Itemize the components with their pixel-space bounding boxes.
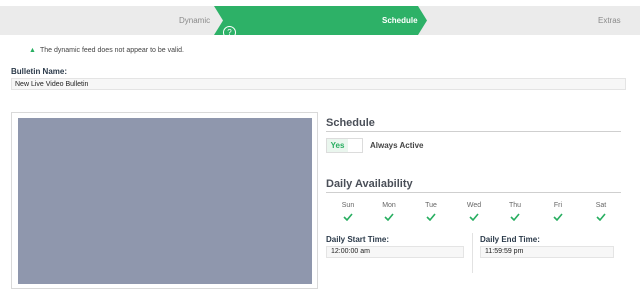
toggle-yes-label: Yes xyxy=(327,139,348,152)
day-wed[interactable]: Wed xyxy=(462,202,486,221)
day-name: Sat xyxy=(595,202,607,209)
always-active-label: Always Active xyxy=(370,141,424,150)
help-icon[interactable]: ? xyxy=(223,26,236,39)
step-schedule[interactable]: Schedule xyxy=(382,16,418,25)
checkmark-icon xyxy=(596,213,606,221)
day-name: Tue xyxy=(425,202,437,209)
time-divider xyxy=(472,233,473,273)
checkmark-icon xyxy=(343,213,353,221)
availability-divider xyxy=(326,192,621,193)
warning-text: The dynamic feed does not appear to be v… xyxy=(39,47,184,54)
schedule-title: Schedule xyxy=(326,117,375,129)
end-time-input[interactable]: 11:59:59 pm xyxy=(480,246,614,258)
bulletin-name-input[interactable]: New Live Video Bulletin xyxy=(11,78,626,90)
day-mon[interactable]: Mon xyxy=(377,202,401,221)
start-time-label: Daily Start Time: xyxy=(326,235,389,244)
day-tue[interactable]: Tue xyxy=(419,202,443,221)
step-extras[interactable]: Extras xyxy=(598,16,621,25)
checkmark-icon xyxy=(426,213,436,221)
wizard-background xyxy=(0,6,640,35)
day-thu[interactable]: Thu xyxy=(503,202,527,221)
schedule-divider xyxy=(326,131,621,132)
day-name: Thu xyxy=(508,202,522,209)
day-sun[interactable]: Sun xyxy=(336,202,360,221)
start-time-input[interactable]: 12:00:00 am xyxy=(326,246,464,258)
checkmark-icon xyxy=(510,213,520,221)
wizard-steps: Dynamic Schedule Extras ? xyxy=(0,6,640,39)
day-fri[interactable]: Fri xyxy=(546,202,570,221)
checkmark-icon xyxy=(553,213,563,221)
day-name: Mon xyxy=(382,202,396,209)
day-name: Wed xyxy=(466,202,482,209)
checkmark-icon xyxy=(384,213,394,221)
bulletin-name-label: Bulletin Name: xyxy=(11,67,68,76)
day-name: Fri xyxy=(553,202,563,209)
checkmark-icon xyxy=(469,213,479,221)
end-time-label: Daily End Time: xyxy=(480,235,540,244)
video-preview xyxy=(18,118,312,284)
day-name: Sun xyxy=(341,202,355,209)
warning-triangle-icon: ▲ xyxy=(29,47,36,54)
always-active-toggle[interactable]: Yes xyxy=(326,138,363,153)
availability-title: Daily Availability xyxy=(326,178,413,190)
day-sat[interactable]: Sat xyxy=(589,202,613,221)
step-dynamic[interactable]: Dynamic xyxy=(179,16,210,25)
feed-warning: ▲ The dynamic feed does not appear to be … xyxy=(29,47,184,54)
